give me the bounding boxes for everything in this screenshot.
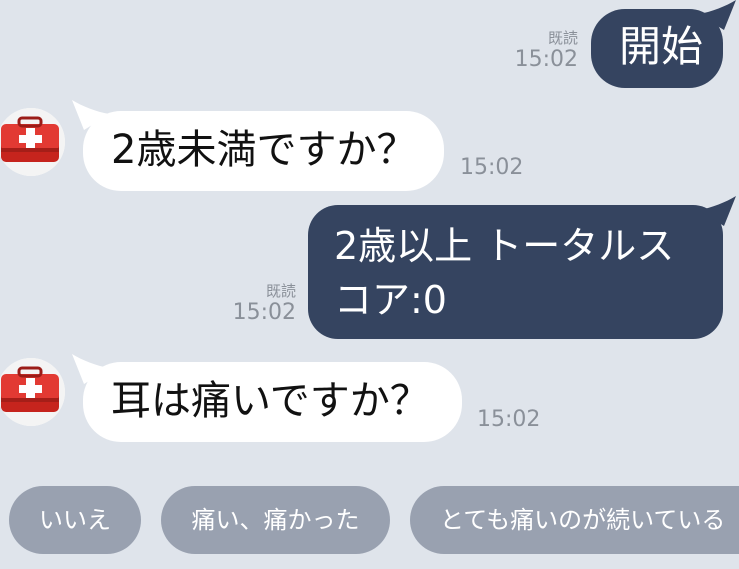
chat-screen: 既読 15:02 開始 2歳未満ですか？ 15:02 既読 15:02 2歳以上… [0,0,739,569]
message-timestamp: 15:02 [514,47,578,72]
bubble-tail [698,0,736,30]
message-meta: 既読 15:02 [500,30,578,73]
message-bubble-incoming[interactable]: 耳は痛いですか？ [83,362,462,442]
message-text: 耳は痛いですか？ [111,378,430,424]
read-receipt: 既読 [265,282,296,300]
message-bubble-outgoing[interactable]: 2歳以上 トータルス コア:0 [308,205,723,339]
quick-reply-button-no[interactable]: いいえ [9,486,141,554]
bot-avatar[interactable] [0,358,65,426]
bot-avatar[interactable] [0,108,65,176]
message-text: 2歳以上 トータルス コア:0 [334,224,675,322]
message-meta: 既読 15:02 [218,283,296,326]
message-timestamp: 15:02 [477,407,541,432]
first-aid-kit-icon [0,108,65,176]
quick-reply-button-hurts[interactable]: 痛い、痛かった [161,486,390,554]
message-timestamp: 15:02 [232,300,296,325]
message-bubble-incoming[interactable]: 2歳未満ですか？ [83,111,444,191]
quick-reply-button-hurts-a-lot[interactable]: とても痛いのが続いている [410,486,739,554]
bubble-tail [698,196,736,226]
read-receipt: 既読 [547,29,578,47]
message-text: 2歳未満ですか？ [111,127,417,173]
message-timestamp: 15:02 [460,155,524,180]
first-aid-kit-icon [0,358,65,426]
